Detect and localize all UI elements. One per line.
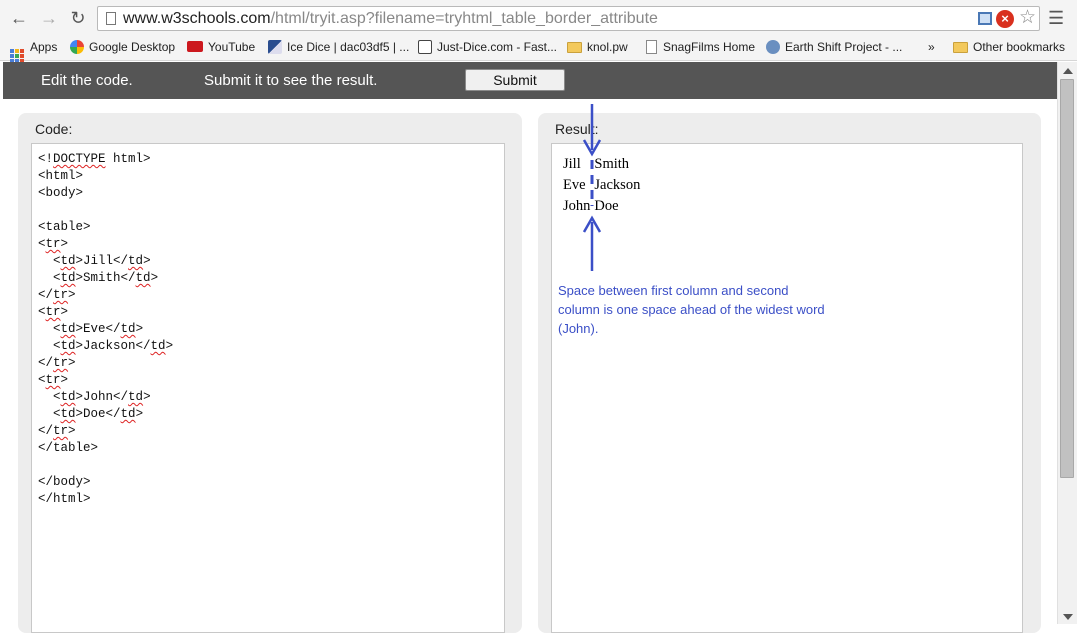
table-cell: Doe: [594, 198, 619, 214]
google-desktop-icon: [70, 40, 84, 54]
browser-address-row: ← → ↻ www.w3schools.com/html/tryit.asp?f…: [0, 0, 1077, 36]
table-cell: Jackson: [594, 177, 641, 193]
code-label: Code:: [35, 121, 73, 137]
earth-shift-icon: [766, 40, 780, 54]
table-cell: Jill: [563, 156, 581, 172]
address-bar[interactable]: www.w3schools.com/html/tryit.asp?filenam…: [97, 6, 1040, 31]
adblock-icon[interactable]: ×: [996, 10, 1014, 28]
other-bookmarks[interactable]: Other bookmarks: [953, 39, 1065, 55]
submit-instruction: Submit it to see the result.: [204, 72, 378, 89]
extension-icon[interactable]: [978, 12, 992, 25]
table-cell: John: [563, 198, 591, 214]
just-dice-icon: [418, 40, 432, 54]
table-row: Jill Smith: [562, 155, 641, 174]
bookmark-apps[interactable]: Apps: [10, 39, 57, 63]
table-row: John Doe: [562, 197, 641, 216]
result-label: Result:: [555, 121, 599, 137]
bookmarks-overflow-button[interactable]: »: [928, 39, 935, 55]
bookmark-youtube[interactable]: YouTube: [187, 39, 255, 55]
page-icon: [646, 40, 657, 54]
bookmark-google-desktop[interactable]: Google Desktop: [70, 39, 175, 55]
forward-arrow-icon[interactable]: →: [38, 7, 60, 29]
bookmarks-bar: Apps Google Desktop YouTube Ice Dice | d…: [0, 36, 1077, 63]
result-table: Jill Smith Eve Jackson John Doe: [560, 153, 643, 218]
chrome-menu-icon[interactable]: ☰: [1048, 7, 1064, 29]
scrollbar-thumb[interactable]: [1060, 79, 1074, 478]
annotation-text: Space between first column and second co…: [558, 283, 825, 336]
page-scrollbar[interactable]: [1057, 62, 1077, 624]
apps-icon: [10, 49, 24, 63]
edit-instruction: Edit the code.: [41, 72, 133, 89]
folder-icon: [953, 42, 968, 53]
back-arrow-icon[interactable]: ←: [8, 7, 30, 29]
url-text[interactable]: www.w3schools.com/html/tryit.asp?filenam…: [123, 10, 658, 28]
submit-button[interactable]: Submit: [465, 69, 565, 91]
code-text[interactable]: <!DOCTYPE html> <html> <body> <table> <t…: [38, 151, 173, 508]
ice-dice-icon: [268, 40, 282, 54]
tryit-toolbar: Edit the code. Submit it to see the resu…: [3, 62, 1057, 99]
bookmark-ice-dice[interactable]: Ice Dice | dac03df5 | ...: [268, 39, 409, 55]
scroll-down-icon[interactable]: [1063, 614, 1073, 620]
table-cell: Smith: [594, 156, 630, 172]
youtube-icon: [187, 41, 203, 52]
bookmark-snagfilms[interactable]: SnagFilms Home: [646, 39, 755, 55]
reload-icon[interactable]: ↻: [67, 7, 89, 29]
bookmark-earth-shift[interactable]: Earth Shift Project - ...: [766, 39, 902, 55]
bookmark-star-icon[interactable]: ☆: [1019, 8, 1036, 28]
table-cell: Eve: [563, 177, 586, 193]
code-editor[interactable]: <!DOCTYPE html> <html> <body> <table> <t…: [31, 143, 505, 633]
result-frame: Jill Smith Eve Jackson John Doe Space be…: [551, 143, 1023, 633]
code-panel: Code: <!DOCTYPE html> <html> <body> <tab…: [18, 113, 522, 633]
table-row: Eve Jackson: [562, 176, 641, 195]
bookmark-knol[interactable]: knol.pw: [567, 39, 628, 55]
page-icon: [106, 12, 116, 25]
folder-icon: [567, 42, 582, 53]
result-panel: Result: Jill Smith Eve Jackson John Doe …: [538, 113, 1041, 633]
scroll-up-icon[interactable]: [1063, 68, 1073, 74]
bookmark-just-dice[interactable]: Just-Dice.com - Fast...: [418, 39, 557, 55]
